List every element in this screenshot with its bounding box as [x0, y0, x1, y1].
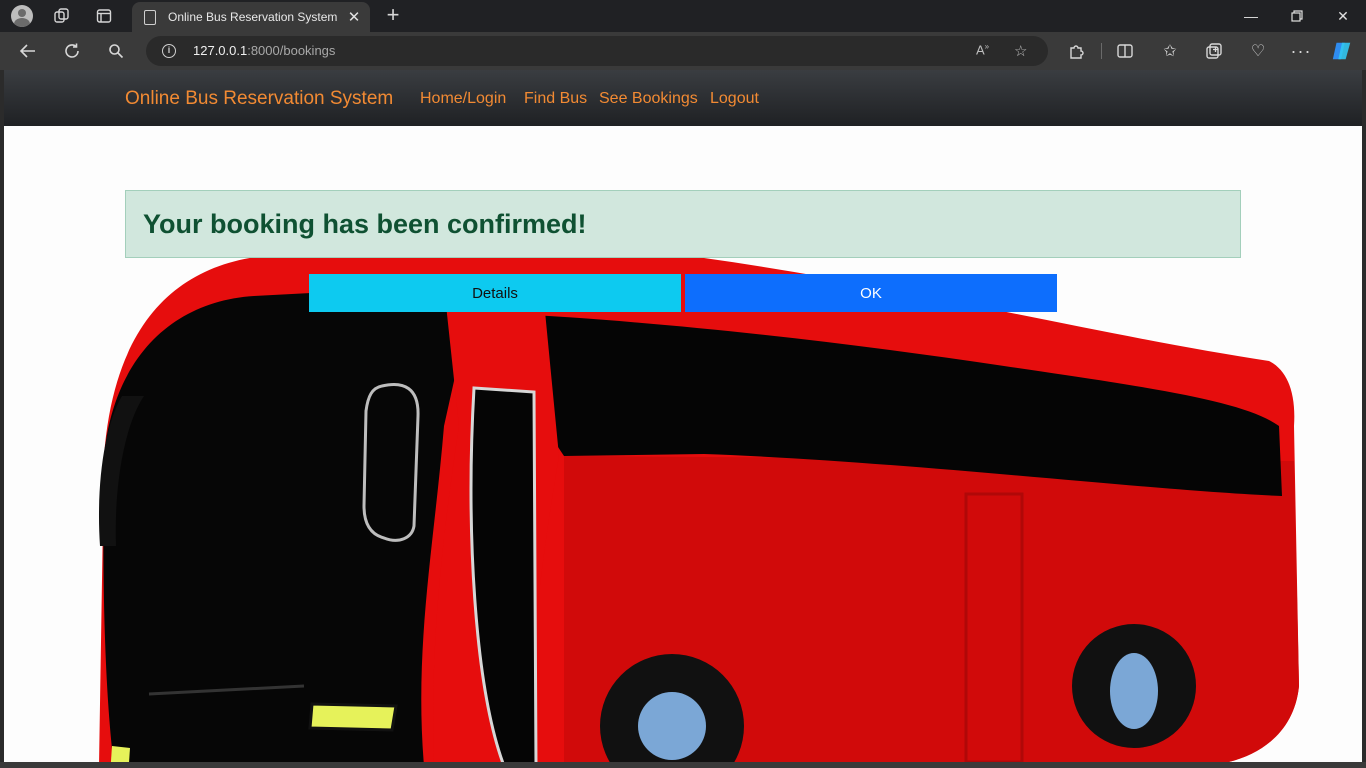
collections-icon[interactable] [1203, 40, 1225, 62]
address-toolbar: i 127.0.0.1:8000/bookings A» ☆ ✩ ♡ ··· [0, 32, 1366, 70]
restore-icon[interactable] [1285, 4, 1309, 28]
page-viewport: Online Bus Reservation System Home/Login… [4, 70, 1362, 762]
alert-message: Your booking has been confirmed! [143, 208, 587, 239]
url-text[interactable]: 127.0.0.1:8000/bookings [193, 43, 335, 58]
copilot-icon[interactable] [1331, 40, 1353, 62]
minimize-icon[interactable]: — [1239, 4, 1263, 28]
back-arrow-icon[interactable] [17, 40, 39, 62]
nav-logout[interactable]: Logout [710, 90, 759, 108]
tab-title: Online Bus Reservation System in Django [168, 10, 340, 24]
favorites-icon[interactable]: ✩ [1159, 40, 1181, 62]
details-button[interactable]: Details [309, 274, 681, 312]
address-bar[interactable]: i 127.0.0.1:8000/bookings A» ☆ [146, 36, 1048, 66]
booking-confirmed-alert: Your booking has been confirmed! [125, 190, 1241, 258]
plus-icon[interactable]: + [382, 2, 404, 27]
refresh-icon[interactable] [61, 40, 83, 62]
site-navbar: Online Bus Reservation System Home/Login… [4, 70, 1362, 126]
window-bottom-edge [0, 762, 1366, 768]
nav-find-bus[interactable]: Find Bus [524, 90, 587, 108]
search-icon[interactable] [105, 40, 127, 62]
heart-pulse-icon[interactable]: ♡ [1247, 40, 1269, 62]
workspaces-icon[interactable] [51, 5, 73, 27]
site-brand[interactable]: Online Bus Reservation System [125, 88, 393, 110]
ok-button[interactable]: OK [685, 274, 1057, 312]
nav-home-login[interactable]: Home/Login [420, 90, 506, 108]
puzzle-icon[interactable] [1066, 40, 1088, 62]
site-info-icon[interactable]: i [162, 44, 176, 58]
profile-icon[interactable] [11, 5, 33, 27]
close-window-icon[interactable]: ✕ [1331, 4, 1355, 28]
nav-see-bookings[interactable]: See Bookings [599, 90, 698, 108]
page-icon [144, 9, 156, 25]
more-icon[interactable]: ··· [1290, 40, 1312, 62]
tab-strip: Online Bus Reservation System in Django … [0, 0, 1366, 32]
tab-actions-icon[interactable] [93, 5, 115, 27]
split-screen-icon[interactable] [1114, 40, 1136, 62]
read-aloud-icon[interactable]: A» [976, 42, 989, 57]
browser-tab[interactable]: Online Bus Reservation System in Django … [132, 2, 370, 32]
browser-window: Online Bus Reservation System in Django … [0, 0, 1366, 768]
star-icon[interactable]: ☆ [1014, 42, 1027, 60]
toolbar-divider [1101, 43, 1102, 59]
close-tab-icon[interactable]: ✕ [346, 8, 362, 26]
